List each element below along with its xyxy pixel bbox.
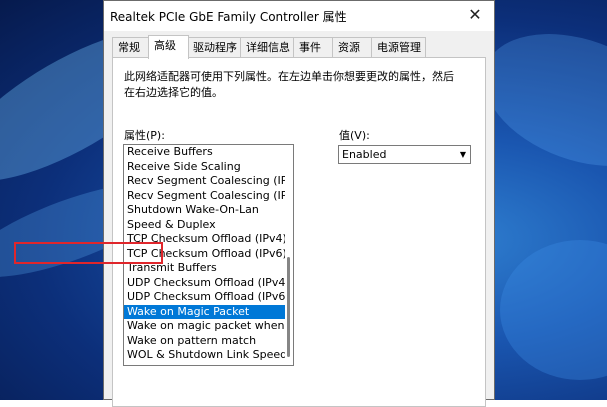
property-label: 属性(P):: [124, 129, 165, 142]
tab-0[interactable]: 常规: [112, 37, 150, 58]
property-list-item[interactable]: UDP Checksum Offload (IPv4): [124, 276, 286, 291]
tab-1[interactable]: 高级: [148, 35, 189, 59]
property-list-item[interactable]: Wake on pattern match: [124, 334, 286, 349]
property-list-item[interactable]: Receive Side Scaling: [124, 160, 286, 175]
property-list-item[interactable]: Speed & Duplex: [124, 218, 286, 233]
value-label: 值(V):: [339, 129, 370, 142]
close-icon[interactable]: ✕: [464, 5, 486, 25]
property-list-item[interactable]: Shutdown Wake-On-Lan: [124, 203, 286, 218]
tab-6[interactable]: 电源管理: [371, 37, 426, 58]
property-list-item[interactable]: Transmit Buffers: [124, 261, 286, 276]
value-selected: Enabled: [342, 148, 387, 161]
property-list-item[interactable]: Recv Segment Coalescing (IPv4): [124, 174, 286, 189]
value-dropdown[interactable]: Enabled ▼: [338, 145, 471, 164]
tab-5[interactable]: 资源: [332, 37, 373, 58]
tab-3[interactable]: 详细信息: [240, 37, 295, 58]
property-listbox[interactable]: Receive Buffers Receive Side Scaling Recv …: [123, 144, 294, 366]
property-list-item[interactable]: Receive Buffers: [124, 145, 286, 160]
property-list-item[interactable]: TCP Checksum Offload (IPv4): [124, 232, 286, 247]
properties-dialog: Realtek PCIe GbE Family Controller 属性 ✕ …: [103, 0, 495, 407]
title-bar: Realtek PCIe GbE Family Controller 属性 ✕: [104, 1, 494, 31]
property-list-item[interactable]: UDP Checksum Offload (IPv6): [124, 290, 286, 305]
property-list-item[interactable]: Wake on Magic Packet: [124, 304, 286, 319]
listbox-scrollbar[interactable]: [285, 145, 293, 365]
property-list-item[interactable]: WOL & Shutdown Link Speed: [124, 348, 286, 363]
window-title: Realtek PCIe GbE Family Controller 属性: [110, 10, 347, 24]
property-list-item[interactable]: Recv Segment Coalescing (IPv6): [124, 189, 286, 204]
description-text: 此网络适配器可使用下列属性。在左边单击你想要更改的属性，然后在右边选择它的值。: [124, 70, 454, 99]
scrollbar-thumb[interactable]: [287, 257, 290, 357]
chevron-down-icon[interactable]: ▼: [456, 146, 470, 163]
tab-2[interactable]: 驱动程序: [187, 37, 242, 58]
property-list: Receive Buffers Receive Side Scaling Recv …: [124, 145, 286, 363]
property-list-item[interactable]: TCP Checksum Offload (IPv6): [124, 247, 286, 262]
tab-page-advanced: 此网络适配器可使用下列属性。在左边单击你想要更改的属性，然后在右边选择它的值。 …: [112, 57, 486, 407]
tab-4[interactable]: 事件: [293, 37, 334, 58]
property-list-item[interactable]: Wake on magic packet when syst: [124, 319, 286, 334]
